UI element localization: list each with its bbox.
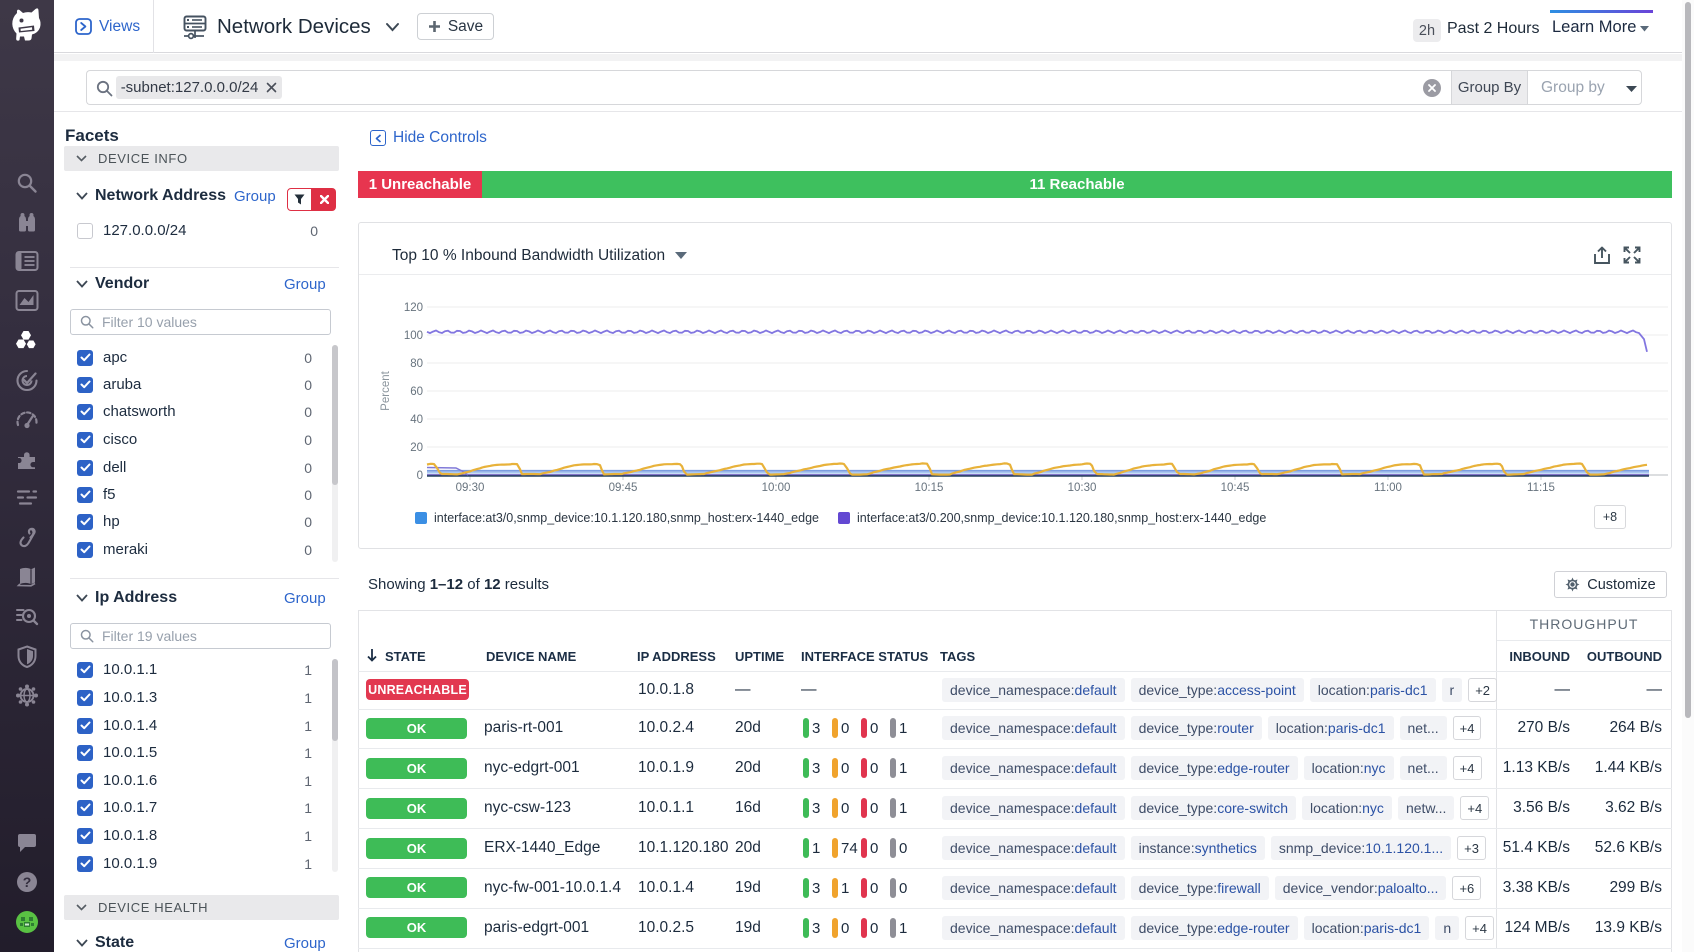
svg-text:10:15: 10:15 — [915, 482, 944, 494]
svg-text:60: 60 — [410, 386, 423, 398]
svg-text:10:00: 10:00 — [762, 482, 791, 494]
svg-text:120: 120 — [404, 302, 423, 314]
svg-text:09:30: 09:30 — [456, 482, 485, 494]
svg-text:09:45: 09:45 — [609, 482, 638, 494]
svg-text:?: ? — [23, 874, 32, 890]
svg-text:10:45: 10:45 — [1221, 482, 1250, 494]
svg-text:11:15: 11:15 — [1527, 482, 1555, 494]
svg-text:0: 0 — [417, 470, 423, 482]
svg-text:Percent: Percent — [380, 370, 392, 410]
svg-text:100: 100 — [404, 330, 423, 342]
svg-text:11:00: 11:00 — [1374, 482, 1402, 494]
svg-text:80: 80 — [410, 358, 423, 370]
svg-text:40: 40 — [410, 414, 423, 426]
svg-text:20: 20 — [410, 442, 423, 454]
svg-text:10:30: 10:30 — [1068, 482, 1097, 494]
